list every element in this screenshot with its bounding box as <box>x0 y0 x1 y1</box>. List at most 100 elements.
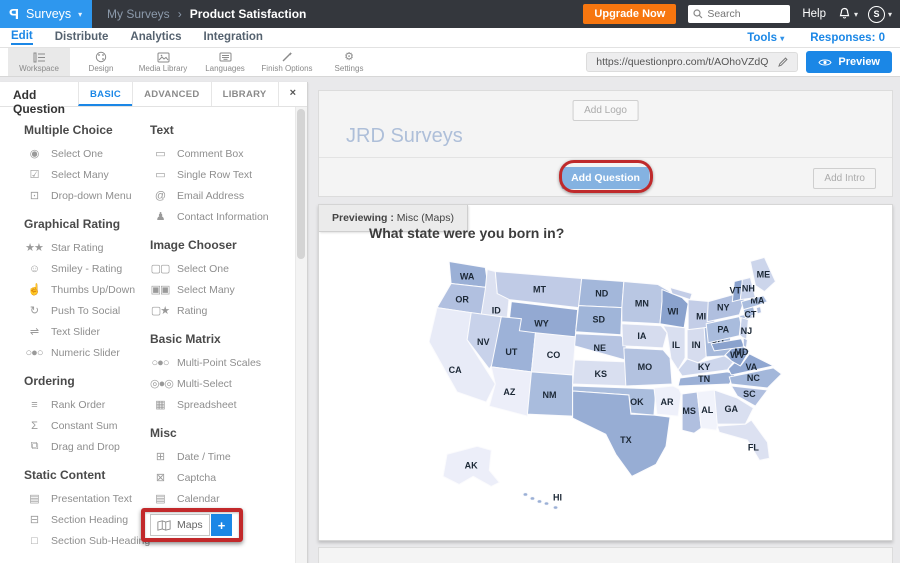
question-type-select-one[interactable]: ▢▢Select One <box>150 258 295 279</box>
toolbar-label: Languages <box>205 64 245 73</box>
question-type-push-to-social[interactable]: ↻Push To Social <box>24 300 150 321</box>
panel-column-right: Text▭Comment Box▭Single Row Text@Email A… <box>150 115 295 563</box>
upgrade-now-button[interactable]: Upgrade Now <box>583 4 676 24</box>
state-NJ[interactable] <box>739 318 748 341</box>
toolbar-workspace[interactable]: Workspace <box>8 48 70 76</box>
question-type-maps[interactable]: Maps+ <box>150 512 242 540</box>
question-type-presentation-text[interactable]: ▤Presentation Text <box>24 488 150 509</box>
toolbar-languages[interactable]: Languages <box>194 48 256 76</box>
question-type-single-row-text[interactable]: ▭Single Row Text <box>150 164 295 185</box>
question-type-smiley-rating[interactable]: ☺Smiley - Rating <box>24 258 150 279</box>
state-ND[interactable] <box>579 279 624 308</box>
state-IN[interactable] <box>687 328 706 363</box>
question-type-drag-and-drop[interactable]: ⧉Drag and Drop <box>24 436 150 457</box>
question-type-constant-sum[interactable]: ΣConstant Sum <box>24 415 150 436</box>
add-question-panel: Add Question BASIC ADVANCED LIBRARY × Mu… <box>0 82 308 563</box>
question-type-thumbs-up-down[interactable]: ☝Thumbs Up/Down <box>24 279 150 300</box>
preview-button[interactable]: Preview <box>806 51 892 73</box>
panel-section-misc: Misc⊞Date / Time⊠Captcha▤CalendarMaps+ <box>150 426 295 540</box>
tab-distribute[interactable]: Distribute <box>55 31 109 44</box>
toolbar-media-library[interactable]: Media Library <box>132 48 194 76</box>
question-type-contact-information[interactable]: ♟Contact Information <box>150 206 295 227</box>
question-type-comment-box[interactable]: ▭Comment Box <box>150 143 295 164</box>
state-IA[interactable] <box>622 324 667 348</box>
maps-button[interactable]: Maps <box>150 514 210 536</box>
share-icon: ↻ <box>24 304 44 317</box>
question-type-numeric-slider[interactable]: ○●○Numeric Slider <box>24 342 150 363</box>
question-type-star-rating[interactable]: ★★Star Rating <box>24 237 150 258</box>
tools-menu[interactable]: Tools ▾ <box>747 32 784 44</box>
tab-integration[interactable]: Integration <box>204 31 263 44</box>
toolbar-settings[interactable]: ⚙ Settings <box>318 48 380 76</box>
tab-edit[interactable]: Edit <box>11 30 33 45</box>
question-type-spreadsheet[interactable]: ▦Spreadsheet <box>150 394 295 415</box>
maps-add-button[interactable]: + <box>211 514 232 536</box>
tab-library[interactable]: LIBRARY <box>211 82 278 106</box>
state-NH[interactable] <box>740 278 755 300</box>
question-type-label: Select Many <box>51 169 109 181</box>
help-link[interactable]: Help <box>802 8 826 20</box>
close-icon[interactable]: × <box>278 82 307 106</box>
add-question-button[interactable]: Add Question <box>561 167 650 189</box>
captcha-icon: ⊠ <box>150 471 170 484</box>
state-ME[interactable] <box>750 257 775 291</box>
drag-drop-icon: ⧉ <box>24 440 44 453</box>
state-FL[interactable] <box>717 420 769 460</box>
state-HI[interactable] <box>523 493 528 497</box>
add-logo-button[interactable]: Add Logo <box>572 100 639 121</box>
state-NE[interactable] <box>575 334 627 360</box>
question-type-label: Multi-Point Scales <box>177 357 261 369</box>
tab-basic[interactable]: BASIC <box>78 82 132 106</box>
survey-url-box[interactable]: https://questionpro.com/t/AOhoVZdQ <box>586 52 798 72</box>
state-AR[interactable] <box>654 386 681 416</box>
global-search[interactable] <box>688 5 790 23</box>
question-type-multi-select[interactable]: ◎●◎Multi-Select <box>150 373 295 394</box>
state-SD[interactable] <box>576 306 622 335</box>
product-switcher[interactable]: P Surveys ▾ <box>0 0 92 28</box>
state-CO[interactable] <box>531 333 575 375</box>
tab-advanced[interactable]: ADVANCED <box>132 82 211 106</box>
state-KS[interactable] <box>573 360 632 386</box>
state-HI[interactable] <box>553 506 558 510</box>
question-type-text-slider[interactable]: ⇌Text Slider <box>24 321 150 342</box>
state-HI[interactable] <box>530 497 535 501</box>
toolbar-design[interactable]: Design <box>70 48 132 76</box>
responses-count[interactable]: Responses: 0 <box>810 32 885 44</box>
search-icon <box>693 9 703 19</box>
notifications-menu[interactable]: ▾ <box>838 7 858 21</box>
tab-analytics[interactable]: Analytics <box>130 31 181 44</box>
question-type-captcha[interactable]: ⊠Captcha <box>150 467 295 488</box>
scrollbar-thumb[interactable] <box>297 109 305 259</box>
question-type-select-one[interactable]: ◉Select One <box>24 143 150 164</box>
state-RI[interactable] <box>756 307 761 314</box>
search-input[interactable] <box>707 8 783 20</box>
add-intro-button[interactable]: Add Intro <box>813 168 876 189</box>
avatar: S <box>868 6 885 23</box>
question-type-email-address[interactable]: @Email Address <box>150 185 295 206</box>
questionpro-logo: P <box>9 6 19 23</box>
panel-scrollbar[interactable] <box>295 107 307 563</box>
state-NM[interactable] <box>527 372 572 416</box>
question-type-rank-order[interactable]: ≡Rank Order <box>24 394 150 415</box>
presentation-text-icon: ▤ <box>24 492 44 505</box>
survey-title[interactable]: JRD Surveys <box>346 125 463 148</box>
state-AZ[interactable] <box>489 367 531 416</box>
state-MO[interactable] <box>624 348 672 386</box>
state-HI[interactable] <box>537 500 542 504</box>
question-type-section-heading[interactable]: ⊟Section Heading <box>24 509 150 530</box>
question-type-date-time[interactable]: ⊞Date / Time <box>150 446 295 467</box>
state-DE[interactable] <box>743 338 747 348</box>
state-AK[interactable] <box>443 446 499 486</box>
question-type-drop-down-menu[interactable]: ⊡Drop-down Menu <box>24 185 150 206</box>
question-type-select-many[interactable]: ☑Select Many <box>24 164 150 185</box>
question-type-select-many[interactable]: ▣▣Select Many <box>150 279 295 300</box>
contact-icon: ♟ <box>150 210 170 223</box>
toolbar-finish-options[interactable]: Finish Options <box>256 48 318 76</box>
question-type-calendar[interactable]: ▤Calendar <box>150 488 295 509</box>
breadcrumb-my-surveys[interactable]: My Surveys <box>107 7 170 21</box>
question-type-section-sub-heading[interactable]: □Section Sub-Heading <box>24 530 150 551</box>
question-type-multi-point-scales[interactable]: ○●○Multi-Point Scales <box>150 352 295 373</box>
question-type-rating[interactable]: ▢★Rating <box>150 300 295 321</box>
state-HI[interactable] <box>544 502 549 506</box>
account-menu[interactable]: S ▾ <box>868 6 892 23</box>
